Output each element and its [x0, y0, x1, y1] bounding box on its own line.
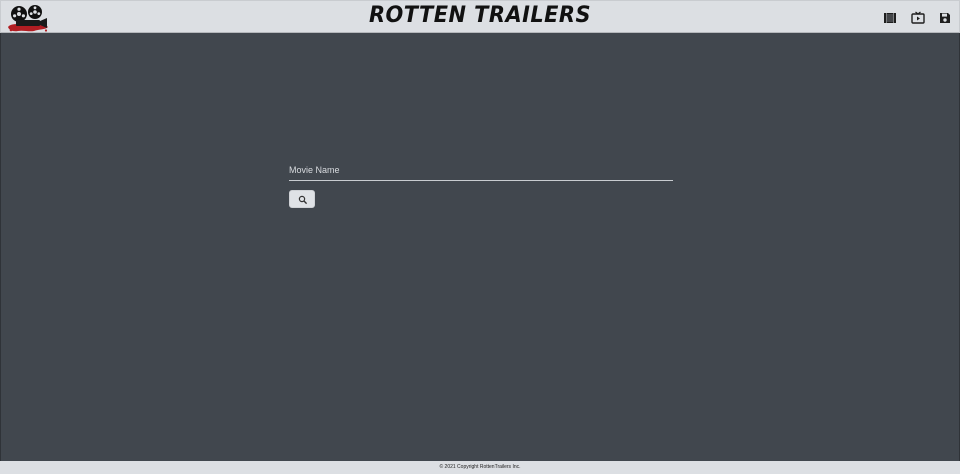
movie-name-input[interactable]: [289, 159, 673, 181]
save-icon[interactable]: [937, 10, 953, 26]
search-button[interactable]: [289, 190, 315, 208]
copyright-text: © 2021 Copyright RottenTrailers Inc.: [439, 464, 521, 470]
main-content: [0, 33, 960, 461]
trailer-play-icon[interactable]: [910, 10, 926, 26]
search-form: [289, 159, 673, 208]
movie-library-icon[interactable]: [882, 10, 898, 26]
search-icon: [298, 195, 308, 205]
site-title: ROTTEN TRAILERS: [368, 3, 592, 28]
footer: © 2021 Copyright RottenTrailers Inc.: [0, 461, 960, 474]
header-bar: ROTTEN TRAILERS: [0, 0, 960, 33]
